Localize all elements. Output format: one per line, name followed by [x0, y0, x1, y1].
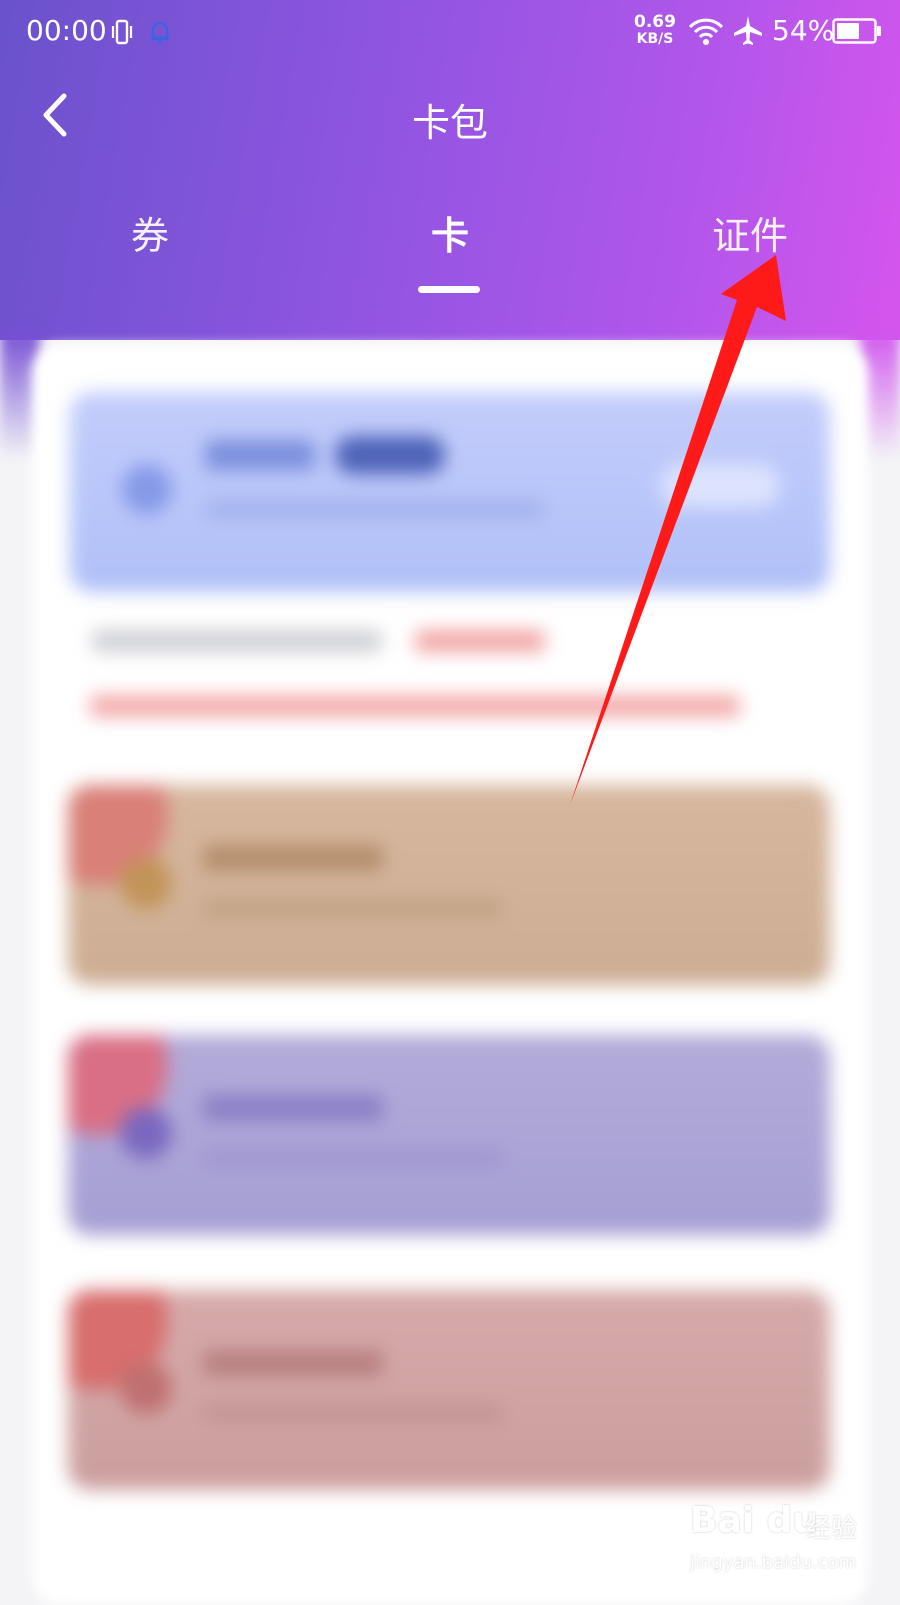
card-subtitle-placeholder	[203, 1405, 503, 1421]
info-link-placeholder[interactable]	[415, 630, 545, 652]
card-title-placeholder	[203, 1095, 383, 1121]
card-subtitle-placeholder	[203, 900, 503, 916]
card-icon	[120, 1362, 172, 1414]
notice-text-placeholder	[90, 695, 740, 717]
membership-title-placeholder	[205, 440, 315, 470]
card-icon	[120, 857, 172, 909]
watermark-logo: Bai du	[690, 1500, 819, 1541]
watermark-brand: 经验	[805, 1514, 858, 1544]
card-title-placeholder	[203, 1350, 383, 1376]
blurred-card-list	[0, 0, 900, 1600]
card-item[interactable]	[68, 785, 830, 985]
membership-banner[interactable]	[70, 392, 830, 592]
membership-action-button[interactable]	[660, 464, 780, 508]
card-title-placeholder	[203, 845, 383, 871]
membership-subtitle-placeholder	[205, 500, 545, 518]
info-text-placeholder	[92, 630, 382, 652]
membership-icon	[122, 464, 172, 514]
card-item[interactable]	[68, 1035, 830, 1235]
membership-badge	[335, 436, 445, 474]
watermark-url: jingyan.baidu.com	[690, 1552, 857, 1573]
card-icon	[120, 1107, 172, 1159]
watermark: Bai du 经验 jingyan.baidu.com	[690, 1500, 880, 1590]
card-item[interactable]	[68, 1290, 830, 1490]
card-subtitle-placeholder	[203, 1150, 503, 1166]
